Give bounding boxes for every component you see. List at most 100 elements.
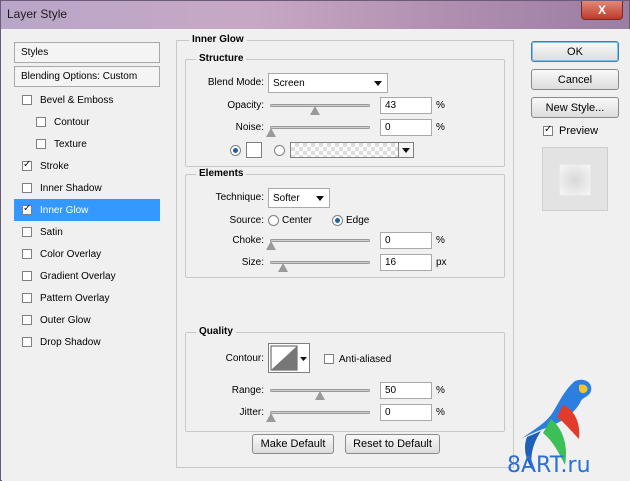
jitter-input[interactable]: 0 (380, 404, 432, 421)
source-edge-radio[interactable] (332, 215, 343, 226)
checkbox[interactable] (22, 337, 32, 347)
sidebar-item-label: Satin (40, 226, 63, 238)
linear-contour-icon (270, 345, 307, 371)
sidebar-item-color-overlay[interactable]: Color Overlay (14, 243, 160, 265)
opacity-unit: % (436, 100, 445, 111)
close-button[interactable]: X (581, 1, 623, 20)
sidebar-item-label: Stroke (40, 160, 69, 172)
sidebar-item-label: Contour (54, 116, 90, 128)
sidebar-item-gradient-overlay[interactable]: Gradient Overlay (14, 265, 160, 287)
jitter-slider-thumb[interactable] (266, 413, 276, 422)
styles-header[interactable]: Styles (14, 42, 160, 63)
reset-to-default-button[interactable]: Reset to Default (345, 434, 440, 454)
chevron-down-icon (374, 81, 382, 86)
preview-thumbnail (559, 164, 591, 196)
size-input[interactable]: 16 (380, 254, 432, 271)
jitter-unit: % (436, 407, 445, 418)
jitter-slider[interactable] (270, 411, 370, 414)
sidebar-item-inner-shadow[interactable]: Inner Shadow (14, 177, 160, 199)
gradient-dropdown-button[interactable] (398, 142, 414, 158)
opacity-input[interactable]: 43 (380, 97, 432, 114)
technique-label: Technique: (215, 192, 264, 203)
sidebar-item-satin[interactable]: Satin (14, 221, 160, 243)
chevron-down-icon (316, 196, 324, 201)
sidebar-item-bevel-emboss[interactable]: Bevel & Emboss (14, 89, 160, 111)
choke-label: Choke: (232, 235, 264, 246)
checkbox[interactable] (22, 227, 32, 237)
technique-value: Softer (273, 192, 300, 204)
inner-glow-title: Inner Glow (189, 34, 247, 45)
sidebar-item-texture[interactable]: Texture (14, 133, 160, 155)
range-slider-thumb[interactable] (315, 391, 325, 400)
source-center-label: Center (282, 215, 313, 226)
elements-group: Elements Technique: Softer Source: Cente… (185, 168, 505, 278)
anti-aliased-checkbox[interactable] (324, 354, 334, 364)
checkbox[interactable] (22, 95, 32, 105)
blending-options[interactable]: Blending Options: Custom (14, 66, 160, 87)
cancel-button[interactable]: Cancel (531, 69, 619, 90)
watermark-text: 8ART.ru (507, 453, 591, 478)
range-unit: % (436, 385, 445, 396)
opacity-label: Opacity: (227, 100, 264, 111)
sidebar-item-label: Inner Glow (40, 204, 89, 216)
blend-mode-value: Screen (273, 77, 305, 89)
glow-color-swatch[interactable] (246, 142, 262, 158)
sidebar-item-drop-shadow[interactable]: Drop Shadow (14, 331, 160, 353)
source-edge-label: Edge (346, 215, 370, 226)
sidebar-item-pattern-overlay[interactable]: Pattern Overlay (14, 287, 160, 309)
technique-select[interactable]: Softer (268, 188, 330, 208)
opacity-slider-thumb[interactable] (310, 106, 320, 115)
checkbox[interactable] (36, 139, 46, 149)
title-bar[interactable]: Layer Style X (1, 1, 629, 29)
ok-button[interactable]: OK (531, 41, 619, 62)
checkbox[interactable] (22, 315, 32, 325)
checkbox[interactable] (36, 117, 46, 127)
choke-slider[interactable] (270, 239, 370, 242)
checkbox[interactable] (22, 203, 32, 215)
choke-input[interactable]: 0 (380, 232, 432, 249)
noise-slider[interactable] (270, 126, 370, 129)
style-preview (542, 147, 608, 211)
blending-options-label: Blending Options: Custom (21, 71, 138, 82)
noise-slider-thumb[interactable] (266, 128, 276, 137)
sidebar-item-inner-glow[interactable]: Inner Glow (14, 199, 160, 221)
quality-group: Quality Contour: Anti-aliased Range: 50 … (185, 326, 505, 432)
sidebar-item-stroke[interactable]: Stroke (14, 155, 160, 177)
checkbox[interactable] (22, 183, 32, 193)
styles-sidebar: Styles Blending Options: Custom Bevel & … (14, 42, 160, 466)
gradient-preview[interactable] (290, 142, 400, 158)
range-input[interactable]: 50 (380, 382, 432, 399)
solid-color-radio[interactable] (230, 145, 241, 156)
window-title: Layer Style (7, 7, 68, 21)
range-label: Range: (231, 385, 264, 396)
anti-aliased-label: Anti-aliased (339, 354, 392, 365)
noise-label: Noise: (235, 122, 264, 133)
checkbox[interactable] (22, 159, 32, 171)
quality-title: Quality (196, 326, 236, 337)
checkbox[interactable] (22, 271, 32, 281)
structure-title: Structure (196, 53, 247, 64)
choke-unit: % (436, 235, 445, 246)
gradient-radio[interactable] (274, 145, 285, 156)
size-slider-thumb[interactable] (278, 263, 288, 272)
preview-checkbox[interactable] (543, 124, 553, 136)
source-label: Source: (229, 215, 264, 226)
preview-label: Preview (559, 125, 599, 137)
sidebar-item-contour[interactable]: Contour (14, 111, 160, 133)
noise-input[interactable]: 0 (380, 119, 432, 136)
sidebar-item-label: Color Overlay (40, 248, 102, 260)
contour-picker[interactable] (268, 343, 310, 373)
sidebar-item-outer-glow[interactable]: Outer Glow (14, 309, 160, 331)
sidebar-item-label: Inner Shadow (40, 182, 102, 194)
jitter-label: Jitter: (239, 407, 264, 418)
sidebar-item-label: Outer Glow (40, 314, 91, 326)
checkbox[interactable] (22, 249, 32, 259)
make-default-button[interactable]: Make Default (252, 434, 334, 454)
blend-mode-select[interactable]: Screen (268, 73, 388, 93)
new-style-button[interactable]: New Style... (531, 97, 619, 118)
choke-slider-thumb[interactable] (266, 241, 276, 250)
contour-label: Contour: (225, 353, 264, 364)
checkbox[interactable] (22, 293, 32, 303)
source-center-radio[interactable] (268, 215, 279, 226)
opacity-slider[interactable] (270, 104, 370, 107)
